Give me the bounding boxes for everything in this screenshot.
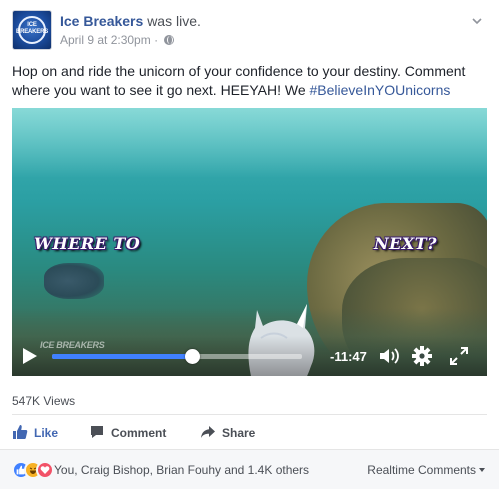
reaction-names[interactable]: You, Craig Bishop, Brian Fouhy and 1.4K … [54,463,309,477]
share-icon [201,426,215,438]
fullscreen-icon[interactable] [449,346,469,366]
volume-icon[interactable] [378,346,400,366]
comment-label: Comment [111,426,167,440]
comment-icon [91,426,103,438]
like-label: Like [34,426,59,440]
meta-separator: · [154,33,159,47]
divider-top [12,414,487,415]
realtime-comments-dropdown[interactable]: Realtime Comments [367,463,485,477]
author-line: Ice Breakers was live. [60,13,201,29]
post-meta: April 9 at 2:30pm · [60,33,175,47]
reactions-footer: You, Craig Bishop, Brian Fouhy and 1.4K … [0,449,499,489]
share-button[interactable]: Share [200,424,255,440]
progress-fill [52,354,192,359]
video-player[interactable]: WHERE TO NEXT? ICE BREAKERS -11:47 [12,108,487,376]
overlay-text-left: WHERE TO [34,234,141,253]
progress-knob[interactable] [185,349,200,364]
video-controls: ICE BREAKERS -11:47 [12,336,487,376]
water-surface [12,108,487,178]
post-header: ICE BREAKERS Ice Breakers was live. Apri… [12,10,482,52]
post-timestamp[interactable]: April 9 at 2:30pm [60,33,151,47]
facebook-post: ICE BREAKERS Ice Breakers was live. Apri… [0,0,499,489]
page-name-link[interactable]: Ice Breakers [60,13,143,29]
globe-icon[interactable] [164,35,175,45]
post-message: Hop on and ride the unicorn of your conf… [12,62,484,100]
action-bar: Like Comment Share [12,420,487,446]
diver-silhouette [44,263,104,299]
time-remaining: -11:47 [330,349,367,364]
page-avatar[interactable]: ICE BREAKERS [12,10,52,50]
brand-watermark: ICE BREAKERS [40,340,105,350]
progress-track[interactable] [52,349,302,364]
overlay-text-right: NEXT? [374,234,438,253]
gear-icon[interactable] [411,345,433,367]
like-button[interactable]: Like [12,424,58,440]
love-reaction-icon [36,461,54,479]
chevron-down-icon[interactable] [472,16,482,26]
avatar-logo-text: ICE BREAKERS [15,22,49,35]
share-label: Share [222,426,256,440]
hashtag-link[interactable]: #BelieveInYOUnicorns [310,82,451,98]
realtime-comments-label: Realtime Comments [367,463,476,477]
play-icon[interactable] [18,345,40,367]
comment-button[interactable]: Comment [89,424,166,440]
thumbs-up-icon [13,425,28,439]
caret-down-icon [479,468,485,472]
view-count: 547K Views [12,394,76,408]
live-status-text: was live. [147,13,201,29]
